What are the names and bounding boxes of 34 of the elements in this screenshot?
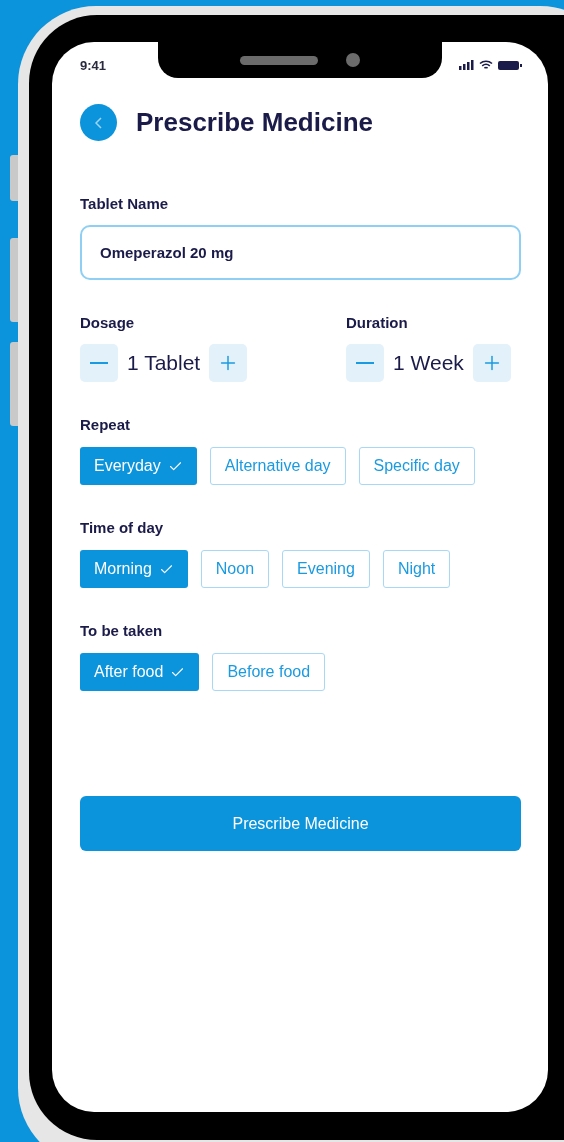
side-key (10, 155, 18, 201)
field-label: Duration (346, 314, 409, 331)
option-chip[interactable]: Noon (200, 550, 270, 588)
tablet-name-field[interactable]: Omeperazol 20 mg (80, 225, 521, 280)
prescribe-button[interactable]: Prescribe Medicine (80, 796, 521, 851)
stepper-value: 1 Tablet (127, 351, 201, 375)
status-time: 9:41 (80, 57, 107, 73)
option-chip[interactable]: Alternative day (209, 447, 346, 485)
option-chip[interactable]: Everyday (80, 447, 197, 485)
section-label: Time of day (80, 519, 165, 536)
decrement-button[interactable] (80, 344, 118, 382)
section-label: Repeat (80, 416, 132, 433)
minus-icon (90, 362, 108, 364)
minus-icon (356, 362, 374, 364)
section-label: To be taken (80, 622, 164, 639)
option-chip[interactable]: Evening (282, 550, 370, 588)
stepper-value: 1 Week (393, 351, 464, 375)
chevron-left-icon (95, 116, 102, 129)
option-chip[interactable]: Specific day (358, 447, 475, 485)
camera-dot (346, 53, 360, 67)
option-chip[interactable]: After food (80, 653, 200, 691)
increment-button[interactable] (209, 344, 248, 382)
battery-icon (498, 60, 522, 70)
option-chip[interactable]: Night (382, 550, 451, 588)
decrement-button[interactable] (346, 344, 384, 382)
increment-button[interactable] (472, 344, 511, 382)
field-label: Dosage (80, 314, 136, 331)
page-title: Prescribe Medicine (136, 107, 373, 138)
wifi-icon (479, 60, 493, 70)
option-chip[interactable]: Before food (212, 653, 326, 691)
field-label: Tablet Name (80, 195, 170, 212)
signal-icon (459, 60, 474, 70)
option-chip[interactable]: Morning (80, 550, 188, 588)
back-button[interactable] (80, 104, 117, 141)
